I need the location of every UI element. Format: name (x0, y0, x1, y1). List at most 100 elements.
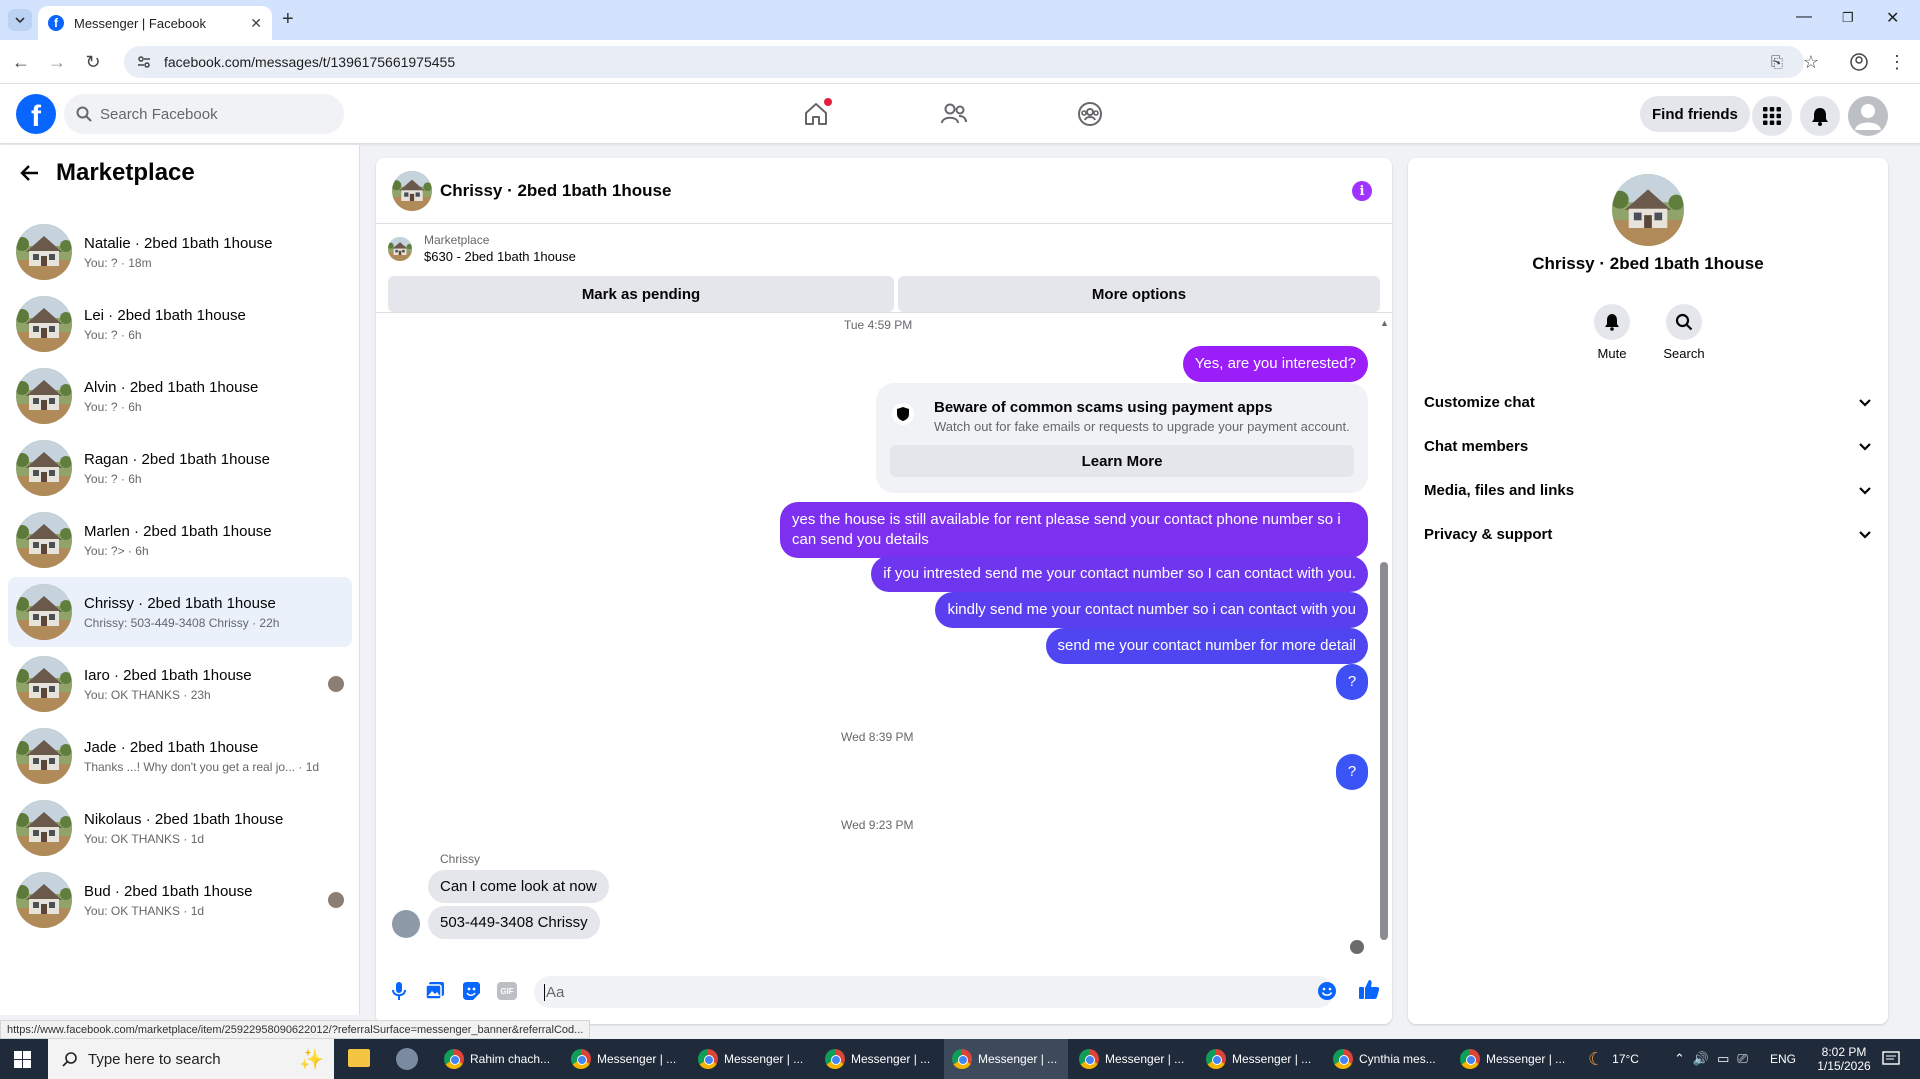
menu-grid-button[interactable] (1752, 96, 1792, 136)
taskbar-app-button[interactable]: Messenger | ... (1452, 1039, 1576, 1079)
info-section-privacy-support[interactable]: Privacy & support (1424, 512, 1872, 556)
chat-avatar[interactable] (392, 170, 432, 211)
conversation-item[interactable]: Jade · 2bed 1bath 1house Thanks ...! Why … (8, 721, 352, 791)
chat-title[interactable]: Chrissy · 2bed 1bath 1house (440, 181, 671, 201)
info-section-media-files-and-links[interactable]: Media, files and links (1424, 468, 1872, 512)
chrome-icon (952, 1049, 972, 1069)
notifications-button[interactable] (1800, 96, 1840, 136)
info-section-chat-members[interactable]: Chat members (1424, 424, 1872, 468)
conversation-avatar (16, 656, 72, 712)
file-explorer-icon[interactable] (348, 1049, 370, 1067)
conversation-item[interactable]: Chrissy · 2bed 1bath 1house Chrissy: 503-… (8, 577, 352, 647)
friends-icon (941, 103, 967, 124)
conversation-item[interactable]: Alvin · 2bed 1bath 1house You: ? · 6h (8, 361, 352, 431)
taskbar-app-button[interactable]: Messenger | ... (1198, 1039, 1322, 1079)
system-tray-icons[interactable]: ⌃🔊▭⎚ (1674, 1039, 1756, 1079)
reload-icon[interactable]: ↻ (82, 51, 104, 73)
sender-avatar[interactable] (392, 910, 420, 938)
minimize-icon[interactable]: — (1796, 8, 1812, 26)
notification-center-icon[interactable] (1882, 1039, 1900, 1079)
outgoing-message[interactable]: ? (1336, 754, 1368, 790)
outgoing-message[interactable]: Yes, are you interested? (1182, 346, 1368, 382)
taskbar-app-button[interactable]: Cynthia mes... (1325, 1039, 1449, 1079)
conversation-text: Marlen · 2bed 1bath 1house You: ?> · 6h (84, 523, 352, 558)
message-input[interactable]: Aa (534, 976, 1334, 1008)
incoming-message[interactable]: 503-449-3408 Chrissy (428, 906, 600, 939)
outgoing-message[interactable]: yes the house is still available for ren… (780, 502, 1368, 558)
chrome-icon (825, 1049, 845, 1069)
scroll-up-icon[interactable]: ▲ (1380, 318, 1389, 328)
listing-link[interactable]: Marketplace $630 - 2bed 1bath 1house (388, 233, 576, 264)
restore-icon[interactable]: ❐ (1842, 10, 1854, 26)
browser-tab-active[interactable]: f Messenger | Facebook ✕ (38, 6, 272, 40)
mute-button[interactable]: Mute (1582, 304, 1642, 361)
conversation-item[interactable]: Natalie · 2bed 1bath 1house You: ? · 18m (8, 217, 352, 287)
back-arrow-icon[interactable]: ← (10, 51, 32, 73)
microphone-icon[interactable] (388, 980, 410, 1002)
taskbar-search-input[interactable]: Type here to search ✨ (48, 1039, 334, 1079)
address-bar[interactable]: facebook.com/messages/t/1396175661975455 (124, 46, 1804, 78)
kebab-menu-icon[interactable]: ⋮ (1886, 51, 1908, 73)
thumbs-up-icon[interactable] (1358, 978, 1380, 1000)
mark-as-pending-button[interactable]: Mark as pending (388, 276, 894, 312)
conversation-item[interactable]: Nikolaus · 2bed 1bath 1house You: OK THAN… (8, 793, 352, 863)
taskbar-app-button[interactable]: Messenger | ... (1071, 1039, 1195, 1079)
profile-avatar[interactable] (1612, 174, 1684, 246)
profile-icon[interactable] (1848, 51, 1870, 73)
gif-icon[interactable]: GIF (496, 980, 518, 1002)
outgoing-message[interactable]: kindly send me your contact number so i … (935, 592, 1368, 628)
conversation-item[interactable]: Lei · 2bed 1bath 1house You: ? · 6h (8, 289, 352, 359)
more-options-button[interactable]: More options (898, 276, 1380, 312)
info-icon[interactable]: i (1352, 181, 1372, 201)
find-friends-button[interactable]: Find friends (1640, 96, 1750, 132)
learn-more-button[interactable]: Learn More (890, 445, 1354, 477)
photo-icon[interactable] (424, 980, 446, 1002)
pinned-app-icon[interactable] (396, 1048, 418, 1070)
tab-close-icon[interactable]: ✕ (250, 15, 262, 32)
incoming-message[interactable]: Can I come look at now (428, 870, 609, 903)
message-placeholder: Aa (544, 983, 565, 1001)
back-arrow-icon[interactable] (20, 163, 40, 183)
search-placeholder: Search Facebook (100, 105, 218, 123)
outgoing-message[interactable]: send me your contact number for more det… (1045, 628, 1368, 664)
groups-icon (1078, 102, 1102, 126)
site-settings-icon[interactable] (136, 54, 152, 70)
search-conversation-button[interactable]: Search (1654, 304, 1714, 361)
account-avatar[interactable] (1848, 96, 1888, 136)
taskbar-app-button[interactable]: Rahim chach... (436, 1039, 560, 1079)
conversation-item[interactable]: Ragan · 2bed 1bath 1house You: ? · 6h (8, 433, 352, 503)
chat-panel: Chrissy · 2bed 1bath 1house i Marketplac… (376, 158, 1392, 1024)
taskbar-app-button[interactable]: Messenger | ... (944, 1039, 1068, 1079)
conversation-item[interactable]: Marlen · 2bed 1bath 1house You: ?> · 6h (8, 505, 352, 575)
outgoing-message[interactable]: if you intrested send me your contact nu… (871, 556, 1368, 592)
conversation-item[interactable]: Bud · 2bed 1bath 1house You: OK THANKS · … (8, 865, 352, 935)
emoji-icon[interactable] (1316, 980, 1338, 1002)
outgoing-message[interactable]: ? (1336, 664, 1368, 700)
new-tab-button[interactable]: + (282, 8, 294, 31)
forward-arrow-icon[interactable]: → (46, 51, 68, 73)
clock[interactable]: 8:02 PM 1/15/2026 (1808, 1039, 1880, 1079)
taskbar-app-button[interactable]: Messenger | ... (690, 1039, 814, 1079)
message-scrollbar[interactable]: ▲ (1380, 318, 1389, 948)
conversation-text: Alvin · 2bed 1bath 1house You: ? · 6h (84, 379, 352, 414)
windows-start-icon[interactable] (14, 1051, 31, 1068)
chrome-icon (1206, 1049, 1226, 1069)
scroll-thumb[interactable] (1380, 562, 1388, 940)
message-list[interactable]: Tue 4:59 PM Yes, are you interested? Bew… (376, 314, 1392, 954)
nav-friends[interactable] (934, 94, 974, 134)
facebook-search-input[interactable]: Search Facebook (64, 94, 344, 134)
nav-home[interactable] (796, 94, 836, 134)
bookmark-star-icon[interactable]: ☆ (1800, 51, 1822, 73)
tab-search-button[interactable] (8, 9, 32, 31)
weather-widget[interactable]: ☾ 17°C (1588, 1039, 1639, 1079)
taskbar-app-button[interactable]: Messenger | ... (817, 1039, 941, 1079)
language-indicator[interactable]: ENG (1770, 1039, 1796, 1079)
info-section-customize-chat[interactable]: Customize chat (1424, 380, 1872, 424)
facebook-logo[interactable]: f (16, 94, 56, 134)
window-close-icon[interactable]: ✕ (1886, 8, 1899, 28)
taskbar-app-button[interactable]: Messenger | ... (563, 1039, 687, 1079)
sticker-icon[interactable] (460, 980, 482, 1002)
conversation-item[interactable]: Iaro · 2bed 1bath 1house You: OK THANKS ·… (8, 649, 352, 719)
install-app-icon[interactable]: ⎘ (1766, 51, 1788, 73)
nav-groups[interactable] (1070, 94, 1110, 134)
